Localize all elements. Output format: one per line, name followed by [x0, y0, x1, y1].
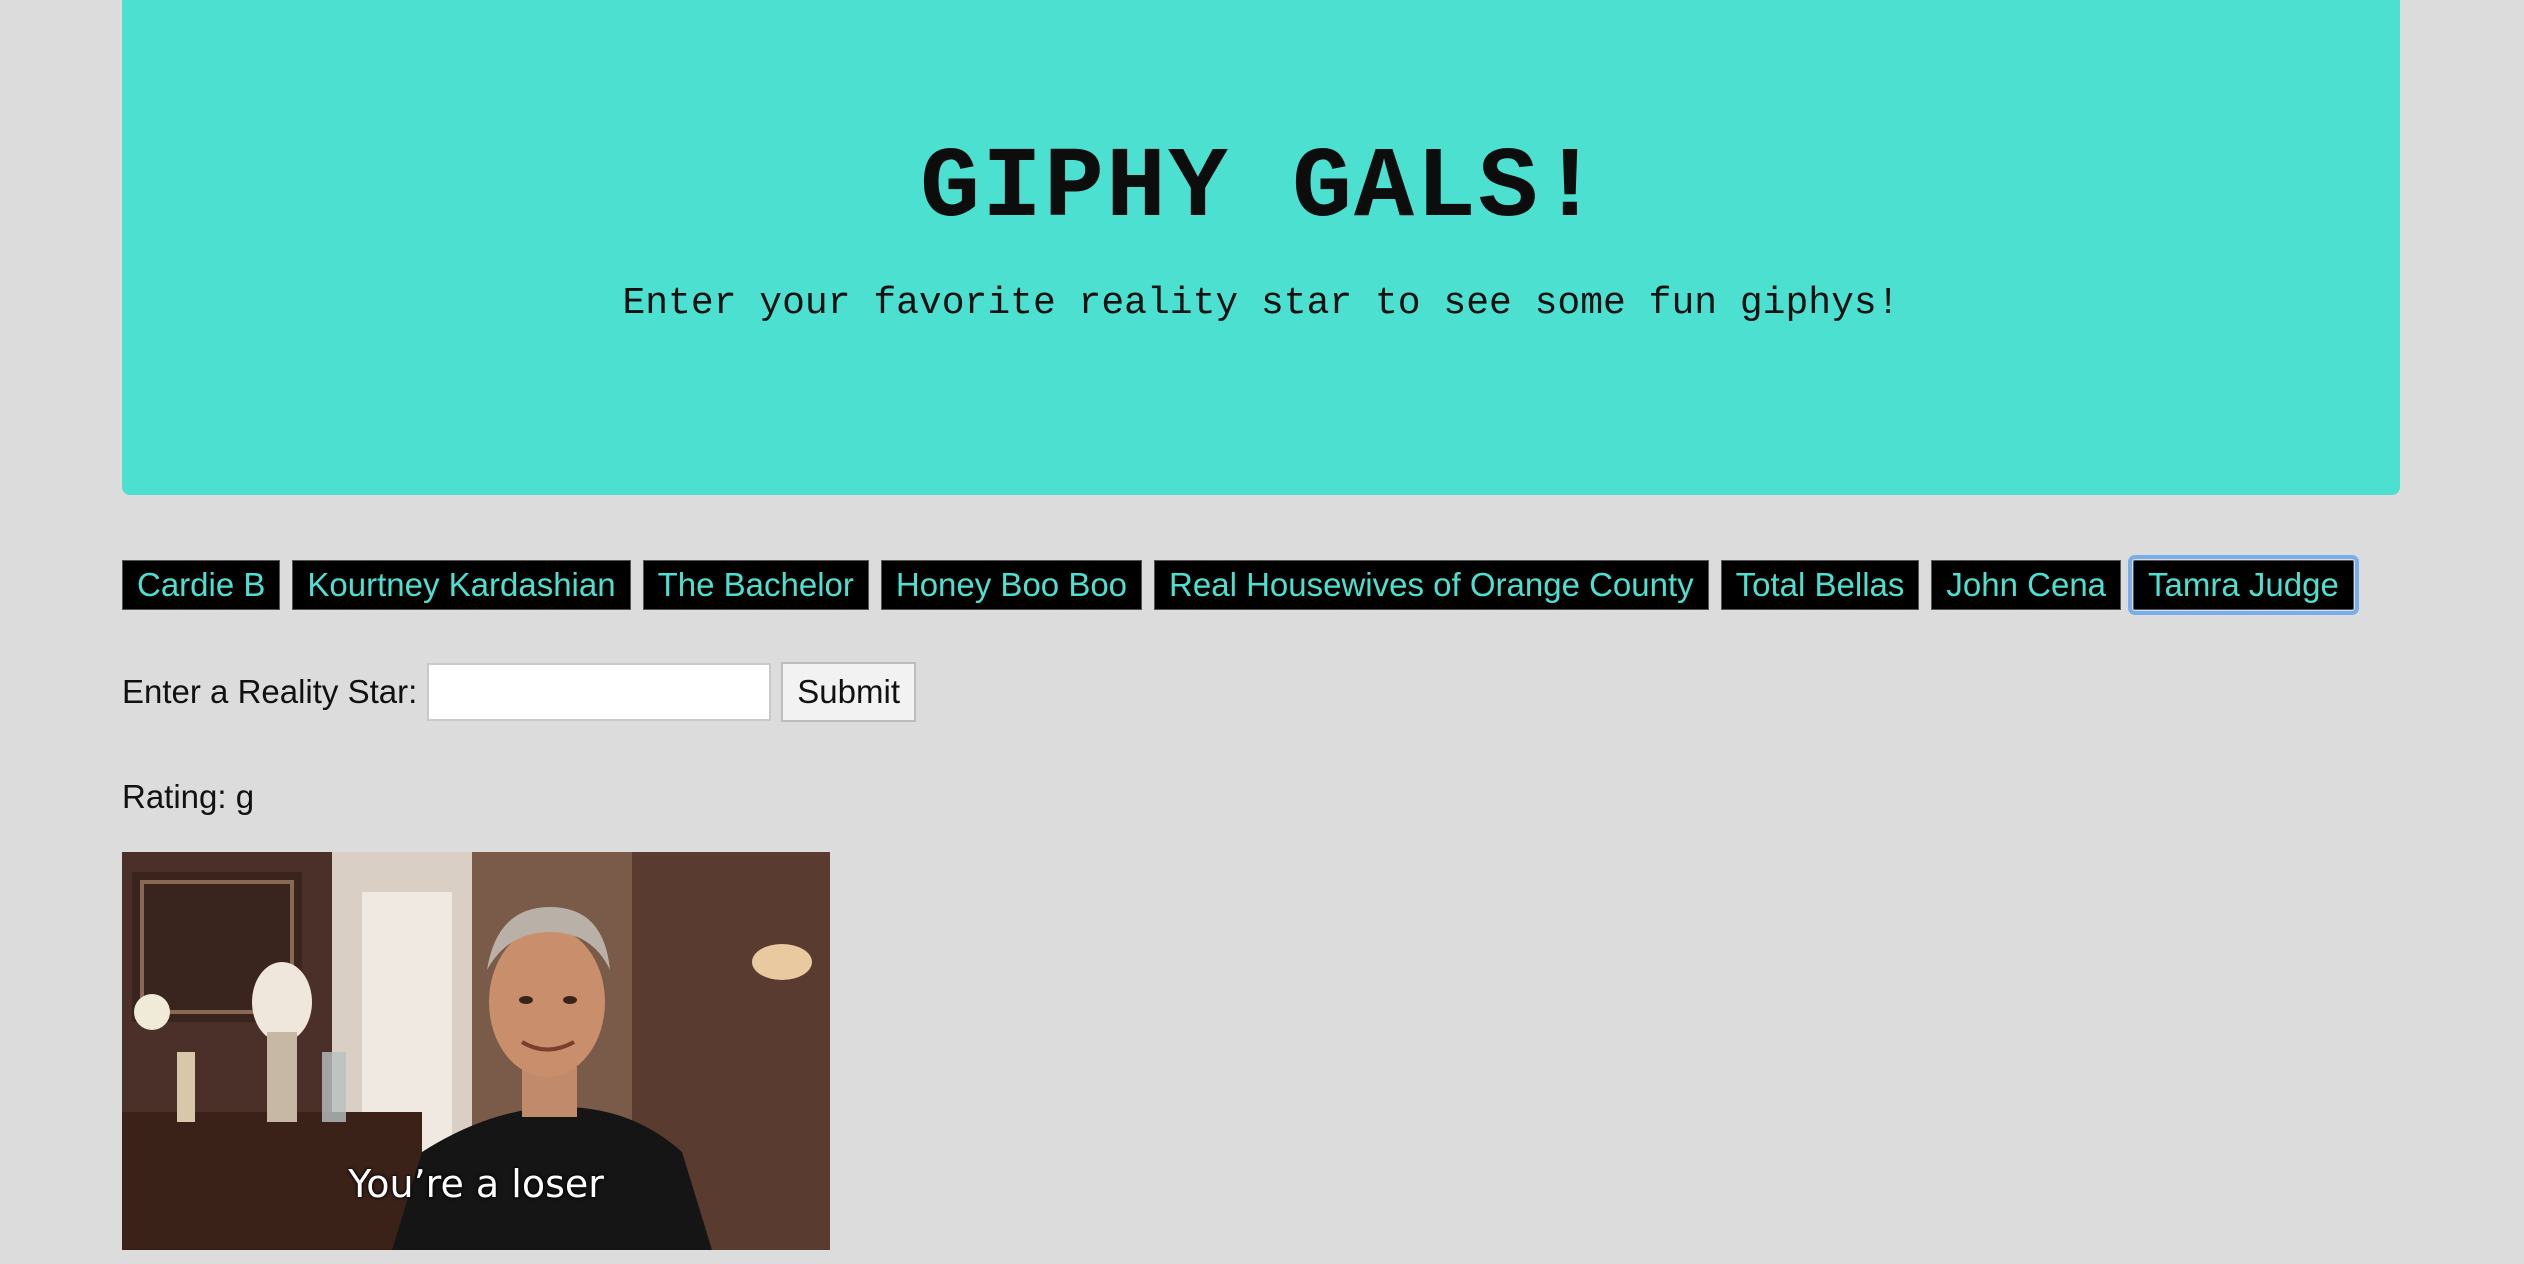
star-button-tamra-judge[interactable]: Tamra Judge	[2128, 555, 2359, 615]
gif-rating: Rating: g	[122, 778, 255, 815]
reality-star-input[interactable]	[427, 663, 772, 721]
star-button-honey-boo-boo[interactable]: Honey Boo Boo	[880, 560, 1143, 610]
star-button-kourtney-kardashian[interactable]: Kourtney Kardashian	[292, 560, 631, 610]
page-subtitle: Enter your favorite reality star to see …	[622, 282, 1900, 325]
page: GIPHY GALS! Enter your favorite reality …	[0, 0, 2524, 1264]
submit-button[interactable]: Submit	[781, 662, 917, 722]
reality-star-buttons: Cardie B Kourtney Kardashian The Bachelo…	[122, 555, 2359, 615]
star-button-total-bellas[interactable]: Total Bellas	[1720, 560, 1920, 610]
star-button-real-housewives[interactable]: Real Housewives of Orange County	[1154, 560, 1709, 610]
gif-image[interactable]: You’re a loser	[122, 852, 830, 1250]
star-button-cardie-b[interactable]: Cardie B	[122, 560, 281, 610]
gif-caption: You’re a loser	[348, 1162, 604, 1206]
star-button-the-bachelor[interactable]: The Bachelor	[642, 560, 869, 610]
star-button-john-cena[interactable]: John Cena	[1931, 560, 2122, 610]
header-jumbotron: GIPHY GALS! Enter your favorite reality …	[122, 0, 2400, 495]
reality-star-label: Enter a Reality Star:	[122, 673, 418, 710]
page-title: GIPHY GALS!	[919, 133, 1603, 246]
add-star-form: Enter a Reality Star: Submit	[122, 662, 917, 722]
